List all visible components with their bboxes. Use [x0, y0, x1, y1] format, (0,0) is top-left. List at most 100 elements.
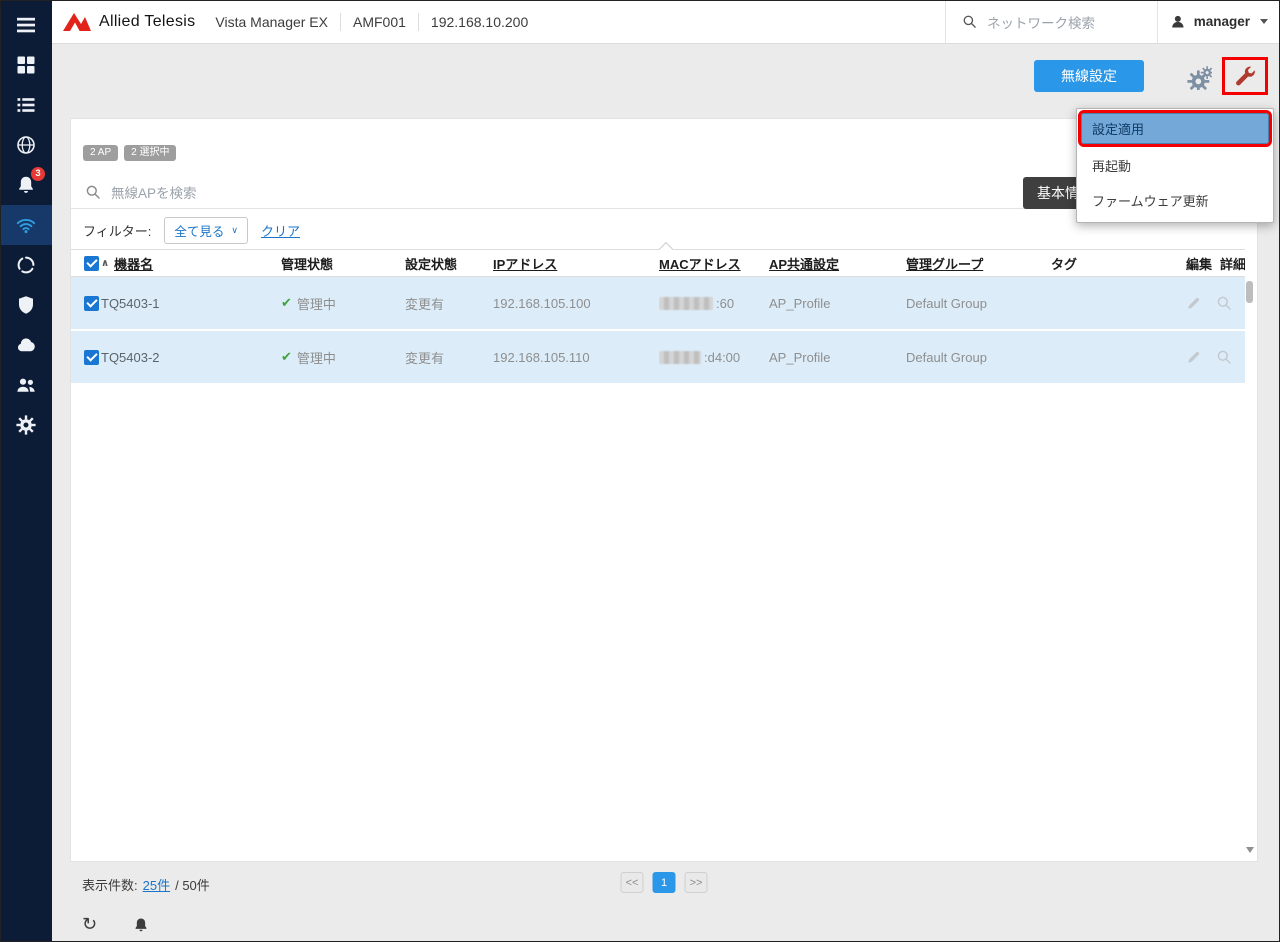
mgmt-status: 管理中	[297, 348, 336, 367]
edit-icon[interactable]	[1186, 295, 1202, 311]
table-header: ∧機器名 管理状態 設定状態 IPアドレス MACアドレス AP共通設定 管理グ…	[71, 249, 1245, 277]
brand-text: Allied Telesis	[99, 13, 195, 31]
sidebar-item-cloud[interactable]	[0, 325, 52, 365]
pagination-page-button[interactable]: 1	[653, 872, 676, 893]
col-header-mac[interactable]: MACアドレス	[659, 254, 741, 273]
scrollbar-thumb[interactable]	[1246, 281, 1253, 303]
mac-suffix: :d4:00	[704, 350, 740, 365]
sidebar-item-wireless[interactable]	[0, 205, 52, 245]
wrench-icon	[1234, 65, 1256, 87]
clear-filter-link[interactable]: クリア	[261, 221, 300, 240]
network-search-input[interactable]: ネットワーク検索	[945, 0, 1157, 43]
ap-count-badge: 2 AP	[83, 145, 118, 161]
ip-address: 192.168.105.100	[493, 296, 659, 311]
pagination-next-button[interactable]: >>	[685, 872, 708, 893]
sidebar-item-settings[interactable]	[0, 405, 52, 445]
selected-count-badge: 2 選択中	[124, 145, 176, 161]
mac-redacted	[659, 297, 713, 310]
mac-redacted	[659, 351, 701, 364]
settings-gears-icon[interactable]	[1186, 66, 1212, 95]
filter-label: フィルター:	[83, 221, 151, 240]
device-name: TQ5403-1	[101, 296, 281, 311]
shield-icon	[16, 295, 36, 315]
user-name: manager	[1194, 14, 1250, 29]
badges: 2 AP 2 選択中	[83, 145, 176, 161]
col-header-config-status: 設定状態	[405, 254, 493, 273]
gears-icon	[1186, 66, 1212, 90]
filter-select-value: 全て見る	[174, 221, 224, 240]
sidebar-item-users[interactable]	[0, 365, 52, 405]
select-all-checkbox[interactable]	[84, 256, 99, 271]
ap-list-panel: 2 AP 2 選択中 基本情報 無線APを検索 フィルター: 全て見る ∨ クリ…	[70, 118, 1258, 862]
main-area: 無線設定 設定適用 再起動 ファームウェア更新 2 AP 2 選択中 基本情報 …	[52, 44, 1280, 942]
product-title: Vista Manager EX	[215, 14, 328, 30]
col-header-tag: タグ	[1051, 254, 1186, 273]
page-size-link[interactable]: 25件	[143, 875, 170, 894]
refresh-icon[interactable]: ↻	[82, 916, 97, 934]
col-header-ap-profile[interactable]: AP共通設定	[769, 254, 839, 273]
hamburger-icon	[16, 15, 36, 35]
detail-icon[interactable]	[1216, 295, 1232, 311]
sidebar-item-menu[interactable]	[0, 5, 52, 45]
detail-icon[interactable]	[1216, 349, 1232, 365]
swirl-icon	[16, 255, 36, 275]
sidebar-item-network-map[interactable]	[0, 125, 52, 165]
config-status: 変更有	[405, 348, 493, 367]
sidebar-item-awc-plugin[interactable]	[0, 245, 52, 285]
row-checkbox[interactable]	[84, 296, 99, 311]
mgmt-group: Default Group	[906, 296, 1051, 311]
device-name: TQ5403-2	[101, 350, 281, 365]
check-icon: ✔	[281, 295, 292, 311]
header-divider	[340, 13, 341, 31]
sidebar: 3	[0, 0, 52, 942]
list-icon	[16, 95, 36, 115]
ap-profile: AP_Profile	[769, 296, 906, 311]
filter-row: フィルター: 全て見る ∨ クリア	[83, 217, 300, 243]
mgmt-group: Default Group	[906, 350, 1051, 365]
network-name: AMF001	[353, 14, 406, 30]
sidebar-item-notifications[interactable]: 3	[0, 165, 52, 205]
filter-select[interactable]: 全て見る ∨	[164, 217, 248, 244]
search-icon	[962, 14, 977, 29]
user-menu[interactable]: manager	[1157, 0, 1280, 43]
controller-ip: 192.168.10.200	[431, 14, 528, 30]
sidebar-item-dashboard[interactable]	[0, 45, 52, 85]
row-checkbox[interactable]	[84, 350, 99, 365]
mac-suffix: :60	[716, 296, 734, 311]
menu-item-firmware-update[interactable]: ファームウェア更新	[1077, 183, 1273, 218]
chevron-down-icon	[1260, 19, 1268, 24]
edit-icon[interactable]	[1186, 349, 1202, 365]
logo-mark-icon	[62, 12, 92, 32]
ap-search-placeholder: 無線APを検索	[111, 182, 197, 202]
wifi-icon	[16, 215, 36, 235]
config-status: 変更有	[405, 294, 493, 313]
display-count-label: 表示件数:	[82, 875, 138, 894]
sort-asc-icon[interactable]: ∧	[101, 258, 109, 269]
wireless-settings-button[interactable]: 無線設定	[1034, 60, 1144, 92]
tools-menu-button[interactable]	[1225, 60, 1265, 92]
header-divider	[418, 13, 419, 31]
menu-item-apply-config[interactable]: 設定適用	[1081, 113, 1269, 144]
ip-address: 192.168.105.110	[493, 350, 659, 365]
pagination-prev-button[interactable]: <<	[621, 872, 644, 893]
scrollbar-down-arrow-icon[interactable]	[1246, 847, 1254, 853]
col-header-ip[interactable]: IPアドレス	[493, 254, 557, 273]
table-row[interactable]: TQ5403-1 ✔管理中 変更有 192.168.105.100 :60 AP…	[71, 277, 1245, 331]
globe-icon	[16, 135, 36, 155]
notifications-bell-icon[interactable]	[133, 917, 149, 933]
sidebar-item-security[interactable]	[0, 285, 52, 325]
menu-item-reboot[interactable]: 再起動	[1077, 148, 1273, 183]
col-header-mgmt-group[interactable]: 管理グループ	[906, 254, 983, 273]
sidebar-item-asset-list[interactable]	[0, 85, 52, 125]
col-header-name[interactable]: 機器名	[114, 254, 153, 273]
notification-badge: 3	[31, 167, 45, 181]
table-row[interactable]: TQ5403-2 ✔管理中 変更有 192.168.105.110 :d4:00…	[71, 331, 1245, 385]
gear-icon	[16, 415, 36, 435]
col-header-edit: 編集	[1186, 254, 1212, 273]
people-icon	[16, 375, 36, 395]
col-header-detail: 詳細	[1220, 254, 1245, 273]
table-body: TQ5403-1 ✔ 管理中 変更有 192.168.105.100 :60 AP…	[71, 277, 1245, 385]
user-avatar-icon	[1170, 12, 1186, 31]
pagination: << 1 >>	[621, 872, 708, 893]
top-header: Allied Telesis Vista Manager EX AMF001 1…	[52, 0, 1280, 44]
